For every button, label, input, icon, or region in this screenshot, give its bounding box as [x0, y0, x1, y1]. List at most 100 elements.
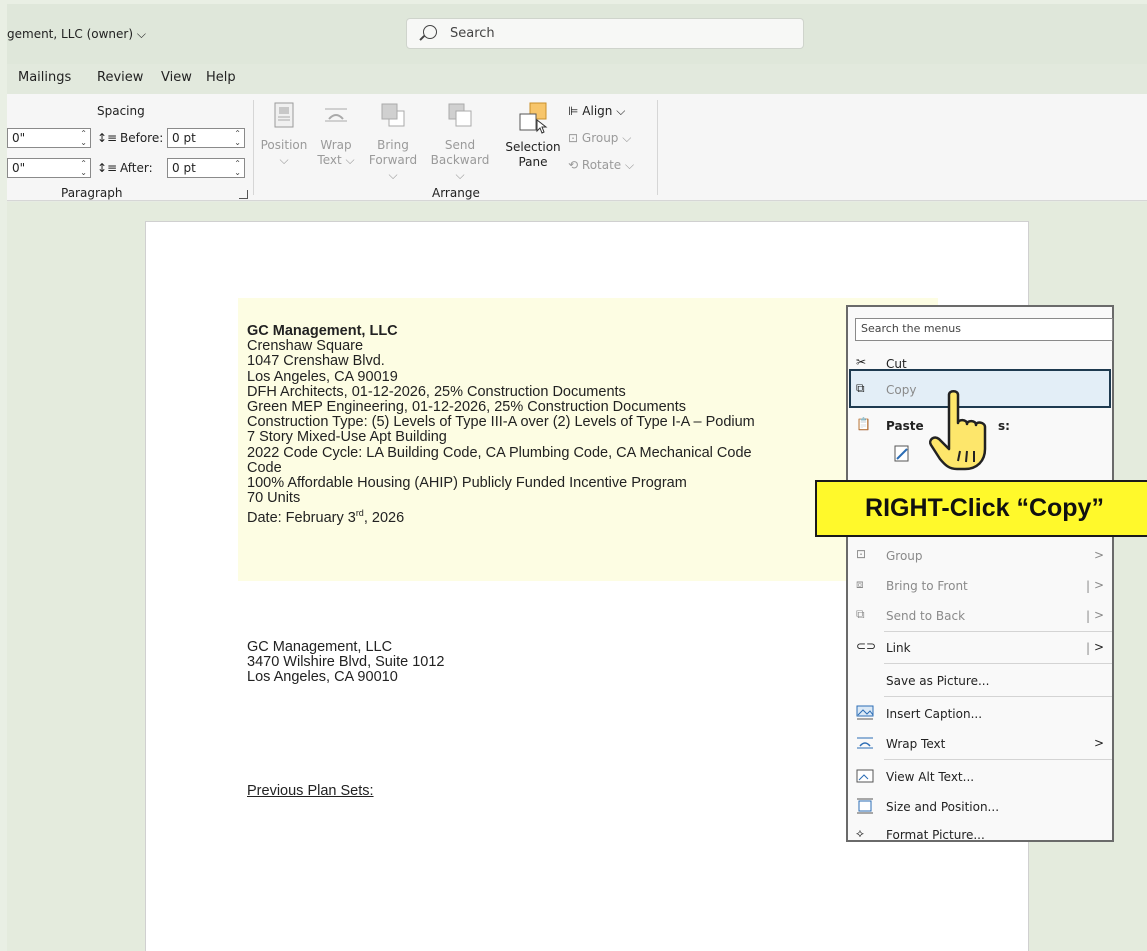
insert-caption-label: Insert Caption... [886, 707, 983, 721]
submenu-arrow-icon: > [1093, 608, 1104, 622]
indent-left-input[interactable]: 0" ⌃ ⌄ [7, 128, 91, 148]
menu-item-send-to-back[interactable]: ⧉ Send to Back | > [848, 601, 1112, 631]
menu-divider [884, 759, 1112, 760]
search-box[interactable]: Search [406, 18, 804, 49]
callout-text: RIGHT-Click “Copy” [865, 494, 1104, 522]
submenu-arrow-icon: > [1093, 548, 1104, 562]
group-icon: ⊡ [856, 547, 867, 561]
menu-item-link[interactable]: ⊂⊃ Link | > [848, 633, 1112, 663]
position-button[interactable]: Position ⌵ [259, 102, 309, 168]
indent-left-value: 0" [12, 131, 26, 145]
link-icon: ⊂⊃ [856, 639, 877, 653]
tab-help[interactable]: Help [206, 70, 236, 85]
spin-arrows-icon[interactable]: ⌃ ⌄ [80, 129, 87, 147]
arrange-group-label: Arrange [432, 186, 480, 200]
date-prefix: Date: February 3 [247, 510, 356, 527]
menu-item-wrap-text[interactable]: Wrap Text > [848, 729, 1112, 759]
indent-right-input[interactable]: 0" ⌃ ⌄ [7, 158, 91, 178]
bring-forward-icon [381, 103, 405, 127]
menu-item-format-picture[interactable]: ⟡ Format Picture... [848, 820, 1112, 850]
address-block[interactable]: GC Management, LLC 3470 Wilshire Blvd, S… [247, 639, 444, 686]
spacing-label: Spacing [97, 104, 145, 118]
pointing-hand-icon [929, 390, 987, 471]
after-label: After: [120, 161, 153, 175]
instruction-callout: RIGHT-Click “Copy” [815, 480, 1147, 537]
spin-arrows-icon[interactable]: ⌃ ⌄ [234, 159, 241, 177]
doc-line: Los Angeles, CA 90010 [247, 669, 398, 686]
spacing-before-input[interactable]: 0 pt ⌃ ⌄ [167, 128, 245, 148]
doc-line: Construction Type: (5) Levels of Type II… [247, 414, 755, 431]
doc-line: DFH Architects, 01-12-2026, 25% Construc… [247, 383, 626, 400]
send-backward-button[interactable]: Send Backward ⌵ [427, 102, 493, 183]
spacing-after-value: 0 pt [172, 161, 196, 175]
align-button[interactable]: ⊫ Align ⌵ [568, 104, 625, 119]
insert-caption-icon [856, 705, 874, 721]
header-text-block[interactable]: GC Management, LLC Crenshaw Square 1047 … [247, 323, 755, 527]
date-superscript: rd [355, 508, 364, 519]
copy-label: Copy [886, 383, 917, 397]
rotate-icon: ⟲ [568, 158, 579, 172]
send-backward-label-2: Backward ⌵ [430, 153, 490, 182]
doc-line: 70 Units [247, 490, 301, 507]
context-menu: Search the menus ✂ Cut ⧉ Copy 📋 Paste s:… [846, 305, 1114, 842]
menu-item-bring-to-front[interactable]: ⧈ Bring to Front | > [848, 571, 1112, 601]
menu-item-group[interactable]: ⊡ Group > [848, 541, 1112, 571]
account-owner-label[interactable]: gement, LLC (owner) ⌵ [7, 27, 146, 42]
bring-forward-label-1: Bring [377, 138, 409, 152]
size-and-position-label: Size and Position... [886, 800, 1000, 814]
wrap-text-label-2: Text ⌵ [317, 153, 355, 167]
send-to-back-label: Send to Back [886, 609, 966, 623]
title-bar: gement, LLC (owner) ⌵ Search [7, 4, 1147, 64]
split-divider: | [1085, 609, 1090, 623]
bring-forward-button[interactable]: Bring Forward ⌵ [363, 102, 423, 183]
paragraph-dialog-launcher-icon[interactable] [239, 190, 248, 199]
paste-suffix: s: [998, 419, 1010, 433]
format-picture-label: Format Picture... [886, 828, 985, 842]
paragraph-group-label: Paragraph [61, 186, 123, 200]
wrap-text-button[interactable]: Wrap Text ⌵ [313, 102, 359, 168]
submenu-arrow-icon: > [1093, 640, 1104, 654]
align-label: Align ⌵ [582, 104, 626, 118]
rotate-button[interactable]: ⟲ Rotate ⌵ [568, 158, 634, 173]
submenu-arrow-icon: > [1093, 736, 1104, 750]
size-position-icon [856, 798, 874, 814]
menu-search-input[interactable]: Search the menus [855, 318, 1113, 341]
tab-view[interactable]: View [161, 70, 192, 85]
save-as-picture-label: Save as Picture... [886, 674, 990, 688]
position-dropdown-icon: ⌵ [279, 153, 289, 167]
search-icon [423, 25, 437, 39]
doc-line: Green MEP Engineering, 01-12-2026, 25% C… [247, 399, 687, 416]
previous-plan-sets-heading: Previous Plan Sets: [247, 783, 374, 799]
doc-line: Code [247, 459, 282, 476]
menu-divider [884, 696, 1112, 697]
ribbon-tabs: Mailings Review View Help [7, 64, 1147, 94]
tab-mailings[interactable]: Mailings [18, 70, 71, 85]
rotate-label: Rotate ⌵ [581, 158, 635, 172]
company-name-bold: GC Management, LLC [247, 323, 398, 339]
spacing-after-input[interactable]: 0 pt ⌃ ⌄ [167, 158, 245, 178]
ribbon-separator [657, 100, 658, 195]
tab-review[interactable]: Review [97, 70, 143, 85]
bring-to-front-label: Bring to Front [886, 579, 968, 593]
search-placeholder: Search [450, 26, 495, 41]
paste-keep-formatting-icon[interactable] [892, 443, 912, 463]
menu-item-size-and-position[interactable]: Size and Position... [848, 792, 1112, 822]
doc-line: 1047 Crenshaw Blvd. [247, 353, 385, 370]
wrap-text-label: Wrap Text [886, 737, 946, 751]
send-backward-label-1: Send [444, 138, 476, 152]
selection-pane-button[interactable]: Selection Pane [503, 102, 563, 170]
split-divider: | [1085, 641, 1090, 655]
spin-arrows-icon[interactable]: ⌃ ⌄ [80, 159, 87, 177]
doc-line: Los Angeles, CA 90019 [247, 368, 398, 385]
menu-item-view-alt-text[interactable]: View Alt Text... [848, 762, 1112, 792]
wrap-text-label-1: Wrap [320, 138, 352, 152]
copy-icon: ⧉ [856, 381, 865, 395]
send-backward-icon [448, 103, 472, 127]
spin-arrows-icon[interactable]: ⌃ ⌄ [234, 129, 241, 147]
menu-item-save-as-picture[interactable]: Save as Picture... [848, 666, 1112, 696]
group-button[interactable]: ⊡ Group ⌵ [568, 131, 631, 146]
menu-divider [884, 663, 1112, 664]
menu-item-insert-caption[interactable]: Insert Caption... [848, 699, 1112, 729]
selection-pane-label-2: Pane [518, 155, 548, 169]
date-suffix: , 2026 [363, 510, 405, 527]
